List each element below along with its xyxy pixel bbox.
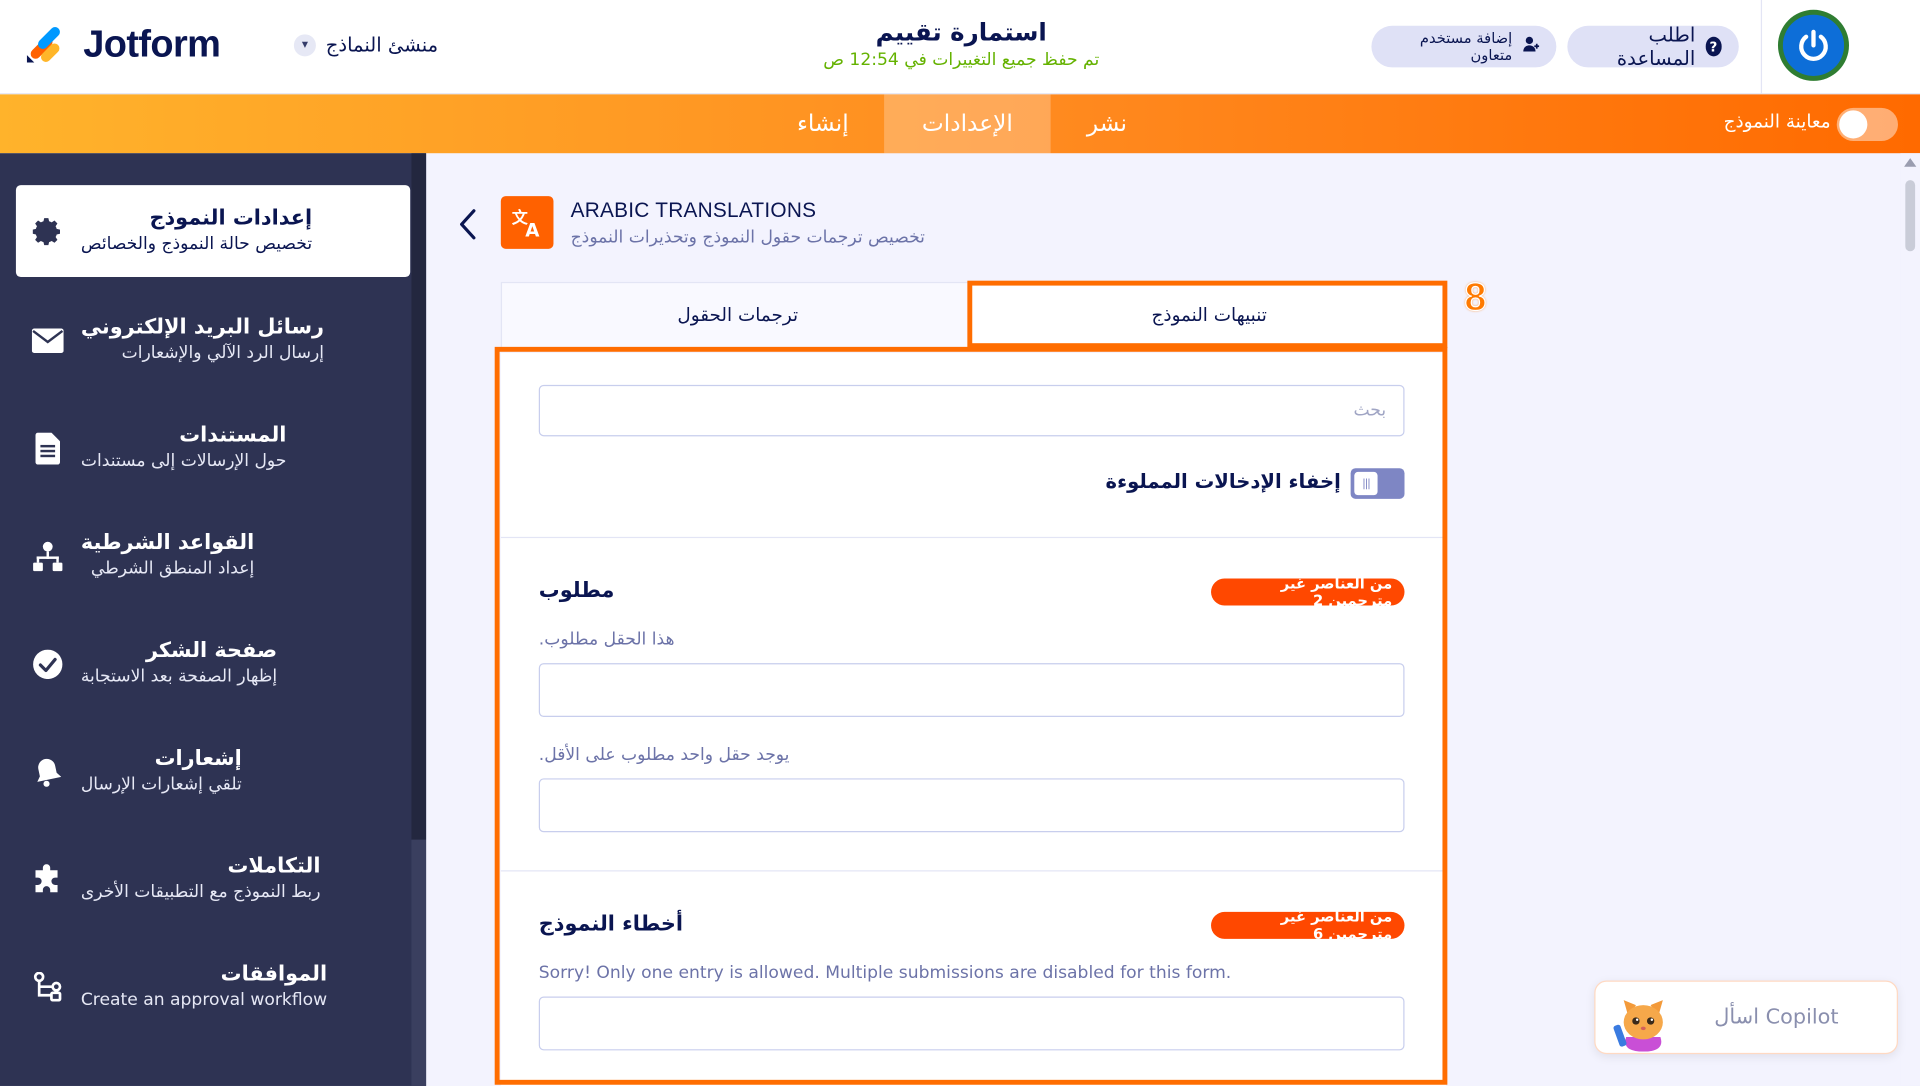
panel-highlight-frame: [494, 346, 1448, 1085]
tab-create[interactable]: إنشاء: [762, 94, 884, 153]
top-header: Jotform ▾ منشئ النماذج استمارة تقييم تم …: [0, 0, 1920, 95]
user-plus-icon: [1522, 36, 1540, 58]
tab-publish[interactable]: نشر: [1051, 94, 1164, 153]
sidebar-item-title: رسائل البريد الإلكتروني: [80, 315, 325, 340]
sidebar-item-subtitle: Create an approval workflow: [80, 990, 328, 1010]
sidebar-item-subtitle: ربط النموذج مع التطبيقات الأخرى: [80, 882, 321, 903]
gear-icon: [31, 214, 65, 248]
add-collaborator-label: إضافة مستخدم متعاون: [1419, 29, 1513, 64]
sidebar-item-emails[interactable]: رسائل البريد الإلكتروني إرسال الرد الآلي…: [16, 294, 410, 386]
main-scroll-thumb[interactable]: [1905, 180, 1916, 252]
sidebar-item-subtitle: تخصيص حالة النموذج والخصائص: [80, 234, 313, 254]
chevron-down-icon: ▾: [293, 33, 316, 56]
main-scrollbar[interactable]: [1900, 153, 1920, 1086]
form-title[interactable]: استمارة تقييم: [661, 17, 1261, 46]
envelope-icon: [31, 324, 65, 358]
question-icon: ?: [1705, 36, 1722, 57]
settings-sidebar: إعدادات النموذج تخصيص حالة النموذج والخص…: [0, 153, 427, 1086]
sidebar-item-title: إعدادات النموذج: [149, 205, 313, 231]
step-number: 8: [1464, 274, 1487, 319]
toggle-knob: [1839, 110, 1868, 139]
sidebar-item-approvals[interactable]: الموافقات Create an approval workflow: [16, 941, 410, 1033]
save-status: تم حفظ جميع التغييرات في 12:54 ص: [823, 50, 1100, 70]
header-divider: [1760, 0, 1763, 95]
page-subtitle: تخصيص ترجمات حقول النموذج وتحذيرات النمو…: [570, 227, 925, 248]
builder-menu-label: منشئ النماذج: [325, 33, 439, 57]
tab-highlight-frame: [967, 280, 1448, 349]
sidebar-item-thank-you[interactable]: صفحة الشكر إظهار الصفحة بعد الاستجابة: [16, 618, 410, 710]
sidebar-item-subtitle: إرسال الرد الآلي والإشعارات: [121, 343, 325, 363]
sidebar-item-form-settings[interactable]: إعدادات النموذج تخصيص حالة النموذج والخص…: [15, 185, 411, 278]
tab-settings[interactable]: الإعدادات: [884, 94, 1051, 154]
sidebar-item-documents[interactable]: المستندات حول الإرسالات إلى مستندات: [16, 402, 410, 494]
sidebar-item-integrations[interactable]: التكاملات ربط النموذج مع التطبيقات الأخر…: [16, 833, 410, 925]
power-icon: [1782, 14, 1845, 76]
svg-text:A: A: [525, 220, 540, 238]
sidebar-scroll-thumb[interactable]: [411, 153, 427, 840]
check-circle-icon: [31, 647, 65, 681]
document-icon: [31, 431, 65, 465]
sidebar-item-conditions[interactable]: القواعد الشرطية إعداد المنطق الشرطي: [16, 510, 410, 602]
sidebar-item-title: القواعد الشرطية: [80, 530, 255, 556]
tab-field-translations[interactable]: ترجمات الحقول: [502, 283, 973, 347]
page-title: ARABIC TRANSLATIONS: [570, 198, 817, 222]
avatar[interactable]: [1777, 9, 1849, 81]
copilot-label: اسأل Copilot: [1714, 1005, 1839, 1030]
sidebar-item-title: المستندات: [179, 422, 287, 448]
main-nav: إنشاء الإعدادات نشر معاينة النموذج: [0, 94, 1920, 154]
add-collaborator-button[interactable]: إضافة مستخدم متعاون: [1371, 25, 1557, 68]
sidebar-item-notifications[interactable]: إشعارات تلقي إشعارات الإرسال: [16, 726, 410, 818]
logo-text: Jotform: [83, 22, 221, 65]
preview-form-toggle[interactable]: [1836, 107, 1898, 141]
sidebar-item-title: الموافقات: [220, 962, 328, 987]
get-help-button[interactable]: ? اطلب المساعدة: [1567, 23, 1739, 70]
builder-menu[interactable]: ▾ منشئ النماذج: [293, 33, 439, 57]
flowchart-icon: [31, 539, 65, 573]
sidebar-item-title: صفحة الشكر: [145, 638, 278, 664]
approval-flow-icon: [31, 971, 65, 1005]
sidebar-item-subtitle: تلقي إشعارات الإرسال: [80, 774, 242, 795]
sidebar-item-subtitle: إعداد المنطق الشرطي: [90, 558, 255, 579]
bell-icon: [31, 755, 65, 789]
puzzle-icon: [31, 863, 65, 897]
chevron-left-icon: [460, 209, 476, 240]
sidebar-item-title: إشعارات: [154, 746, 242, 771]
sidebar-item-subtitle: حول الإرسالات إلى مستندات: [80, 451, 287, 471]
sidebar-item-subtitle: إظهار الصفحة بعد الاستجابة: [80, 666, 278, 687]
get-help-label: اطلب المساعدة: [1616, 23, 1696, 70]
preview-form-label: معاينة النموذج: [1723, 110, 1831, 133]
jotform-logo-icon: [24, 23, 66, 65]
app-window: Jotform ▾ منشئ النماذج استمارة تقييم تم …: [0, 0, 1920, 1086]
jotform-logo[interactable]: Jotform: [24, 22, 221, 66]
copilot-cat-icon: [1609, 988, 1678, 1052]
sidebar-item-title: التكاملات: [227, 854, 321, 879]
translate-icon: 文A: [500, 196, 554, 249]
scroll-up-arrow-icon[interactable]: [1904, 158, 1917, 167]
back-button[interactable]: [453, 206, 485, 243]
sidebar-scrollbar[interactable]: [411, 153, 427, 1086]
